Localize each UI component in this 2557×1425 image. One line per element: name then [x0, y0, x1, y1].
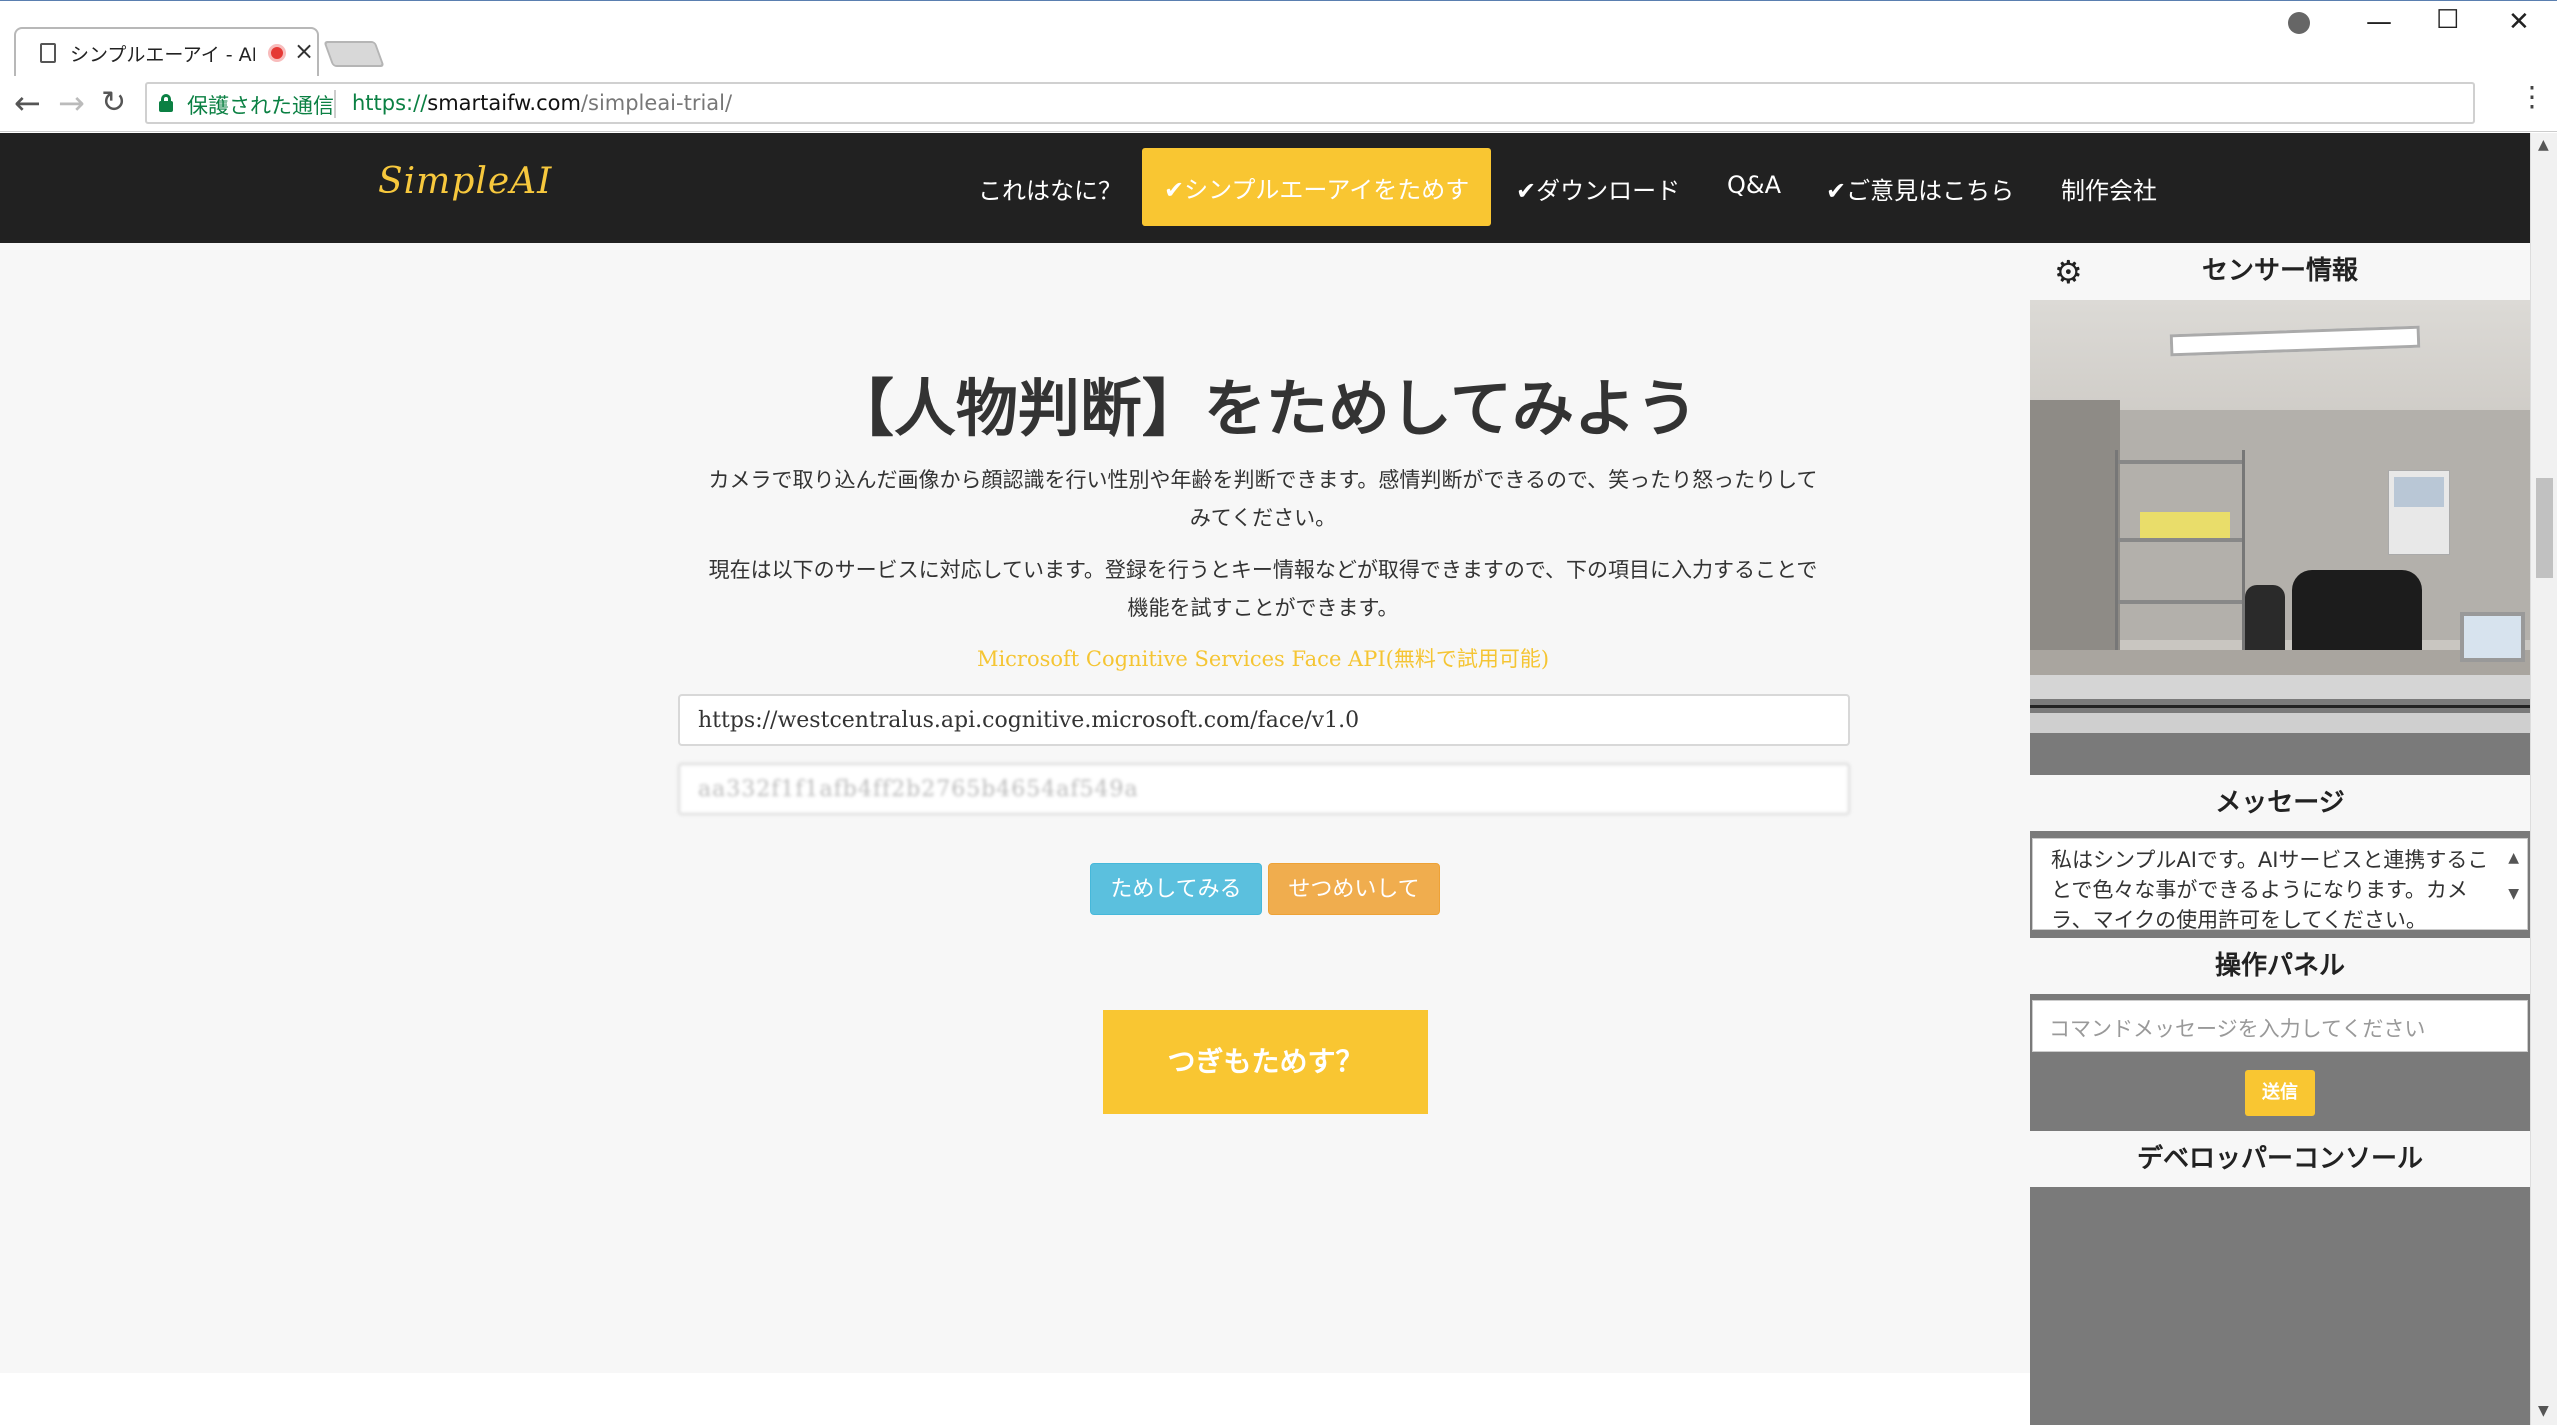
nav-feedback[interactable]: ✔ご意見はこちら	[1826, 171, 2014, 206]
nav-download[interactable]: ✔ダウンロード	[1516, 171, 1680, 206]
nav-try-simpleai[interactable]: ✔シンプルエーアイをためす	[1142, 148, 1492, 226]
message-title: メッセージ	[2030, 775, 2530, 831]
maximize-icon[interactable]: ☐	[2436, 5, 2459, 35]
scroll-down-icon[interactable]: ▼	[2508, 879, 2519, 909]
scroll-up-icon[interactable]: ▲	[2508, 843, 2519, 873]
lock-icon	[159, 94, 173, 112]
browser-menu-icon[interactable]: ⋮	[2518, 80, 2546, 113]
sensor-title: センサー情報	[2201, 256, 2358, 286]
minimize-icon[interactable]: —	[2366, 7, 2392, 37]
browser-tab[interactable]: シンプルエーアイ - AI利用 ×	[14, 27, 319, 77]
url-text[interactable]: https://smartaifw.com/simpleai-trial/	[352, 91, 732, 115]
description-2: 現在は以下のサービスに対応しています。登録を行うとキー情報などが取得できますので…	[708, 558, 1818, 620]
close-tab-icon[interactable]: ×	[294, 37, 314, 65]
operation-title: 操作パネル	[2030, 938, 2530, 994]
endpoint-input[interactable]: https://westcentralus.api.cognitive.micr…	[678, 694, 1850, 746]
recording-icon	[268, 44, 286, 62]
scroll-down-arrow-icon[interactable]: ▼	[2538, 1403, 2549, 1419]
command-input[interactable]: コマンドメッセージを入力してください	[2032, 1000, 2528, 1052]
scroll-thumb[interactable]	[2536, 478, 2553, 578]
footer-band	[0, 1373, 2030, 1425]
console-title: デベロッパーコンソール	[2030, 1131, 2530, 1187]
page-scrollbar[interactable]: ▲ ▼	[2530, 133, 2557, 1425]
description-1: カメラで取り込んだ画像から顔認識を行い性別や年齢を判断できます。感情判断ができる…	[708, 468, 1818, 530]
page-icon	[40, 43, 56, 63]
scroll-up-arrow-icon[interactable]: ▲	[2538, 137, 2549, 153]
main-content: 【人物判断】をためしてみよう カメラで取り込んだ画像から顔認識を行い性別や年齢を…	[0, 243, 2030, 1363]
new-tab-button[interactable]	[323, 41, 385, 67]
reload-icon[interactable]: ↻	[101, 85, 126, 120]
browser-titlebar: シンプルエーアイ - AI利用 × — ☐ ✕	[0, 0, 2557, 77]
gear-icon[interactable]: ⚙	[2054, 253, 2083, 291]
address-bar[interactable]: 保護された通信 https://smartaifw.com/simpleai-t…	[145, 82, 2475, 124]
profile-icon[interactable]	[2288, 12, 2310, 34]
camera-preview	[2030, 300, 2530, 675]
site-logo[interactable]: SimpleAI	[378, 161, 552, 202]
explain-button[interactable]: せつめいして	[1268, 863, 1440, 915]
nav-qa[interactable]: Q&A	[1727, 171, 1781, 199]
face-api-link[interactable]: Microsoft Cognitive Services Face API(無料…	[678, 643, 1848, 673]
browser-toolbar: ← → ↻ 保護された通信 https://smartaifw.com/simp…	[0, 76, 2557, 132]
site-header: SimpleAI これはなに？ ✔シンプルエーアイをためす ✔ダウンロード Q&…	[0, 133, 2530, 243]
page-title: 【人物判断】をためしてみよう	[831, 372, 1699, 445]
sensor-header: ⚙ センサー情報	[2030, 243, 2530, 300]
send-button[interactable]: 送信	[2245, 1070, 2315, 1116]
side-panel: ⚙ センサー情報 メッセージ 私はシンプルAIです。AIサービスと連携することで…	[2030, 243, 2530, 1425]
page-viewport: SimpleAI これはなに？ ✔シンプルエーアイをためす ✔ダウンロード Q&…	[0, 133, 2557, 1425]
api-key-input[interactable]: aa332f1f1afb4ff2b2765b4654af549a	[678, 763, 1850, 815]
video-control-bar[interactable]	[2030, 675, 2530, 699]
message-textarea[interactable]: 私はシンプルAIです。AIサービスと連携することで色々な事ができるようになります…	[2032, 838, 2528, 930]
back-icon[interactable]: ←	[14, 84, 41, 122]
try-button[interactable]: ためしてみる	[1090, 863, 1262, 915]
nav-company[interactable]: 制作会社	[2061, 171, 2157, 206]
tab-title: シンプルエーアイ - AI利用	[70, 44, 255, 66]
close-window-icon[interactable]: ✕	[2508, 7, 2530, 37]
forward-icon[interactable]: →	[58, 84, 85, 122]
try-next-button[interactable]: つぎもためす？	[1103, 1010, 1428, 1114]
secure-label: 保護された通信	[187, 94, 334, 118]
nav-what-is-this[interactable]: これはなに？	[978, 171, 1122, 206]
video-progress-line	[2030, 705, 2530, 708]
